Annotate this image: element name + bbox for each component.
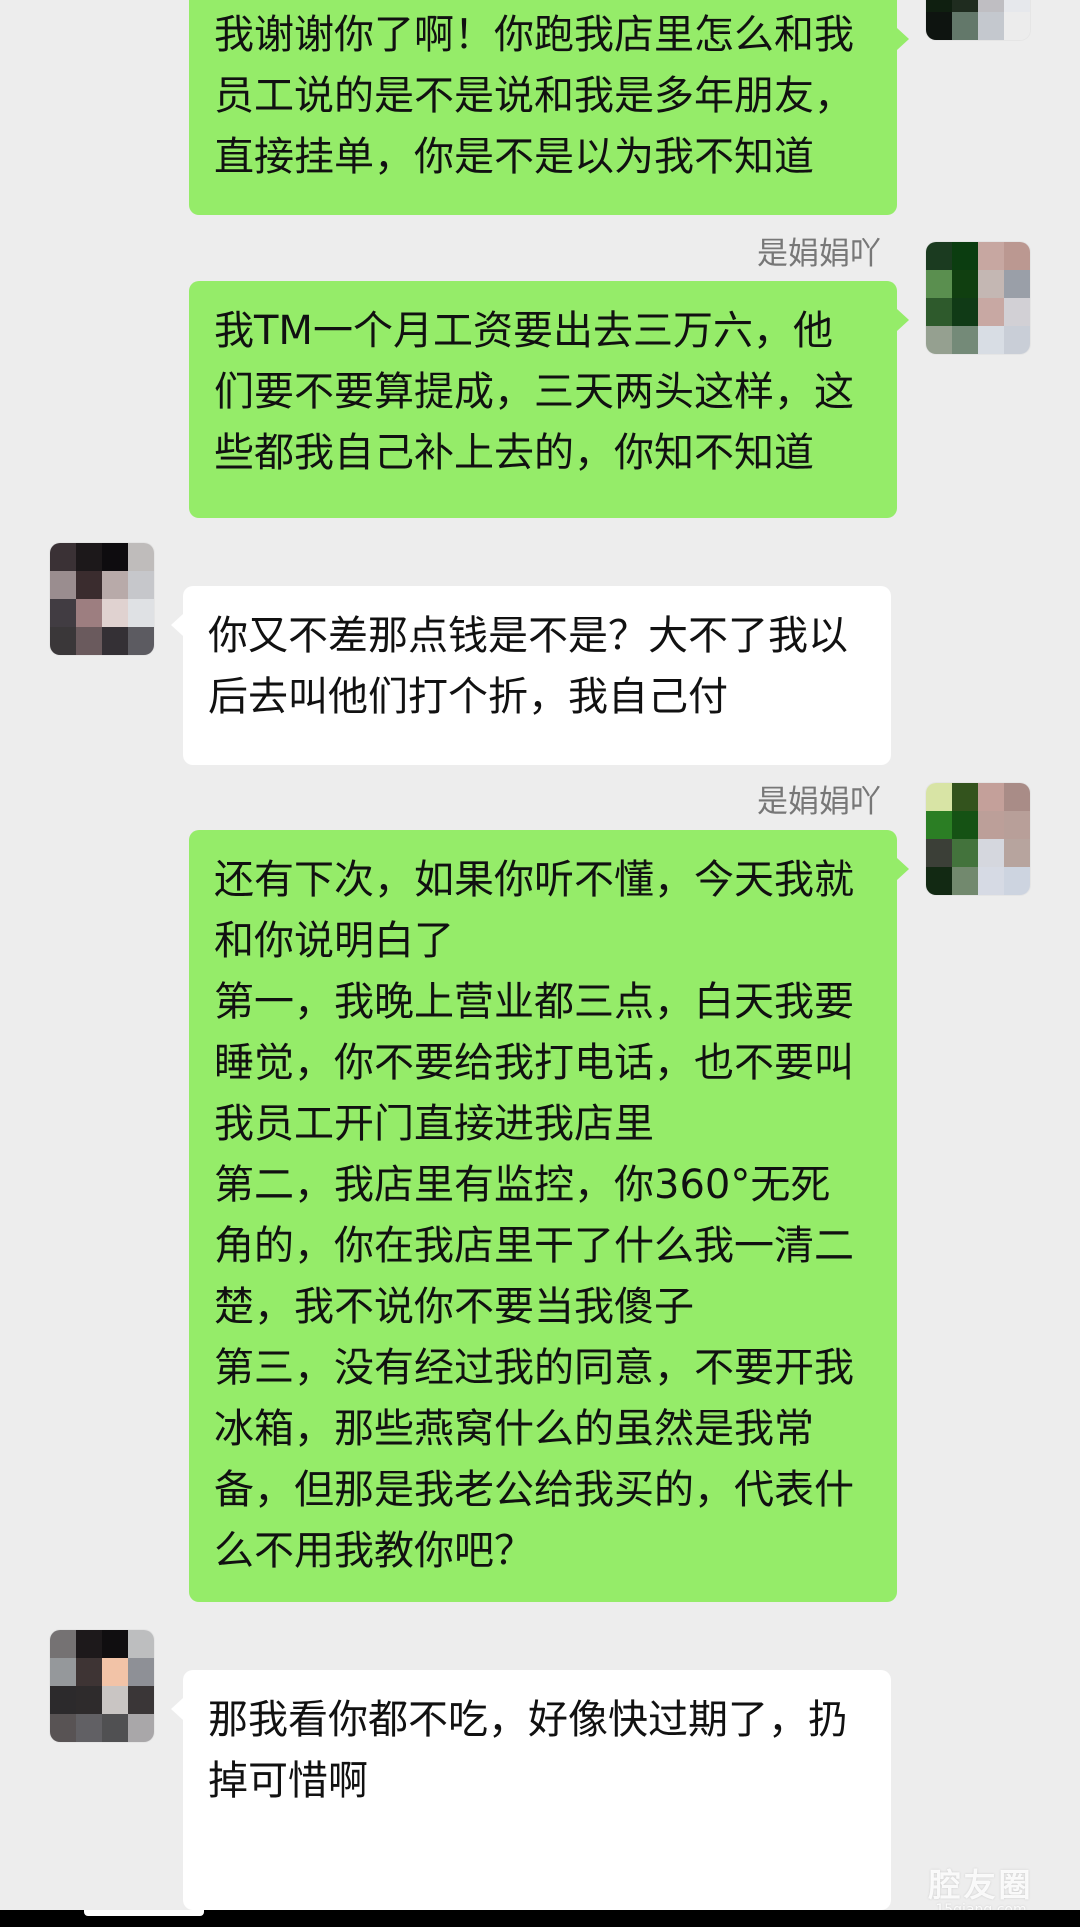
- avatar-mosaic-cell: [50, 1630, 76, 1658]
- avatar-mosaic-cell: [926, 242, 952, 270]
- avatar-mosaic-cell: [978, 811, 1004, 839]
- avatar-mosaic-cell: [76, 1630, 102, 1658]
- avatar-mosaic-cell: [102, 1658, 128, 1686]
- avatar-mosaic-cell: [978, 298, 1004, 326]
- self-avatar[interactable]: [926, 242, 1030, 354]
- avatar-mosaic-cell: [1004, 867, 1030, 895]
- avatar-mosaic-cell: [128, 1686, 154, 1714]
- avatar-mosaic-cell: [128, 543, 154, 571]
- avatar-mosaic-cell: [926, 12, 952, 40]
- avatar-mosaic-cell: [1004, 12, 1030, 40]
- message-bubble-sent[interactable]: 还有下次，如果你听不懂，今天我就 和你说明白了 第一，我晚上营业都三点，白天我要…: [189, 830, 909, 1602]
- avatar-mosaic-cell: [102, 571, 128, 599]
- avatar-mosaic-cell: [128, 599, 154, 627]
- avatar-mosaic-cell: [50, 571, 76, 599]
- avatar-mosaic-cell: [978, 867, 1004, 895]
- avatar-mosaic-cell: [926, 270, 952, 298]
- avatar-mosaic-cell: [76, 599, 102, 627]
- chat-message-list[interactable]: 我谢谢你了啊！你跑我店里怎么和我 员工说的是不是说和我是多年朋友， 直接挂单，你…: [0, 0, 1080, 1927]
- avatar-mosaic-cell: [128, 1658, 154, 1686]
- avatar-mosaic-cell: [926, 0, 952, 12]
- avatar-mosaic-cell: [50, 599, 76, 627]
- avatar-mosaic-cell: [926, 326, 952, 354]
- avatar-mosaic-cell: [50, 1658, 76, 1686]
- avatar-mosaic-cell: [978, 270, 1004, 298]
- avatar-mosaic-cell: [978, 12, 1004, 40]
- avatar-mosaic-cell: [76, 1686, 102, 1714]
- avatar-mosaic-cell: [50, 1714, 76, 1742]
- avatar-mosaic-cell: [102, 1630, 128, 1658]
- avatar-mosaic-cell: [978, 783, 1004, 811]
- avatar-mosaic-cell: [926, 839, 952, 867]
- avatar-mosaic-cell: [926, 783, 952, 811]
- avatar-mosaic-cell: [1004, 298, 1030, 326]
- avatar-mosaic-cell: [952, 867, 978, 895]
- home-indicator[interactable]: [84, 1910, 204, 1916]
- avatar-mosaic-cell: [952, 12, 978, 40]
- avatar-mosaic-cell: [128, 1630, 154, 1658]
- avatar-mosaic-cell: [1004, 326, 1030, 354]
- self-avatar[interactable]: [926, 783, 1030, 895]
- avatar-mosaic-cell: [978, 242, 1004, 270]
- sender-name: 是娟娟吖: [757, 784, 881, 820]
- avatar-mosaic-cell: [102, 627, 128, 655]
- avatar-mosaic-cell: [952, 242, 978, 270]
- avatar-mosaic-cell: [128, 627, 154, 655]
- contact-avatar[interactable]: [50, 543, 154, 655]
- avatar-mosaic-cell: [76, 627, 102, 655]
- avatar-mosaic-cell: [102, 1686, 128, 1714]
- avatar-mosaic-cell: [50, 627, 76, 655]
- message-bubble-sent[interactable]: 我TM一个月工资要出去三万六，他 们要不要算提成，三天两头这样，这 些都我自己补…: [189, 281, 909, 518]
- avatar-mosaic-cell: [76, 543, 102, 571]
- contact-avatar[interactable]: [50, 1630, 154, 1742]
- avatar-mosaic-cell: [952, 270, 978, 298]
- avatar-mosaic-cell: [1004, 270, 1030, 298]
- message-bubble-received[interactable]: 你又不差那点钱是不是？大不了我以 后去叫他们打个折，我自己付: [171, 586, 891, 765]
- avatar-mosaic-cell: [102, 599, 128, 627]
- watermark-logo-text: 腔友圈: [928, 1866, 1034, 1904]
- avatar-mosaic-cell: [76, 571, 102, 599]
- message-bubble-sent[interactable]: 我谢谢你了啊！你跑我店里怎么和我 员工说的是不是说和我是多年朋友， 直接挂单，你…: [189, 0, 909, 215]
- message-bubble-received[interactable]: 那我看你都不吃，好像快过期了，扔 掉可惜啊: [171, 1670, 891, 1910]
- sender-name: 是娟娟吖: [757, 236, 881, 272]
- avatar-mosaic-cell: [128, 571, 154, 599]
- avatar-mosaic-cell: [978, 326, 1004, 354]
- avatar-mosaic-cell: [952, 811, 978, 839]
- avatar-mosaic-cell: [128, 1714, 154, 1742]
- avatar-mosaic-cell: [76, 1658, 102, 1686]
- avatar-mosaic-cell: [952, 783, 978, 811]
- avatar-mosaic-cell: [978, 839, 1004, 867]
- avatar-mosaic-cell: [952, 326, 978, 354]
- avatar-mosaic-cell: [102, 543, 128, 571]
- avatar-mosaic-cell: [952, 298, 978, 326]
- self-avatar[interactable]: [926, 0, 1030, 40]
- avatar-mosaic-cell: [50, 543, 76, 571]
- avatar-mosaic-cell: [926, 811, 952, 839]
- avatar-mosaic-cell: [952, 0, 978, 12]
- avatar-mosaic-cell: [1004, 839, 1030, 867]
- avatar-mosaic-cell: [1004, 242, 1030, 270]
- avatar-mosaic-cell: [50, 1686, 76, 1714]
- avatar-mosaic-cell: [978, 0, 1004, 12]
- avatar-mosaic-cell: [1004, 783, 1030, 811]
- avatar-mosaic-cell: [952, 839, 978, 867]
- avatar-mosaic-cell: [76, 1714, 102, 1742]
- avatar-mosaic-cell: [1004, 811, 1030, 839]
- avatar-mosaic-cell: [926, 867, 952, 895]
- avatar-mosaic-cell: [102, 1714, 128, 1742]
- avatar-mosaic-cell: [926, 298, 952, 326]
- avatar-mosaic-cell: [1004, 0, 1030, 12]
